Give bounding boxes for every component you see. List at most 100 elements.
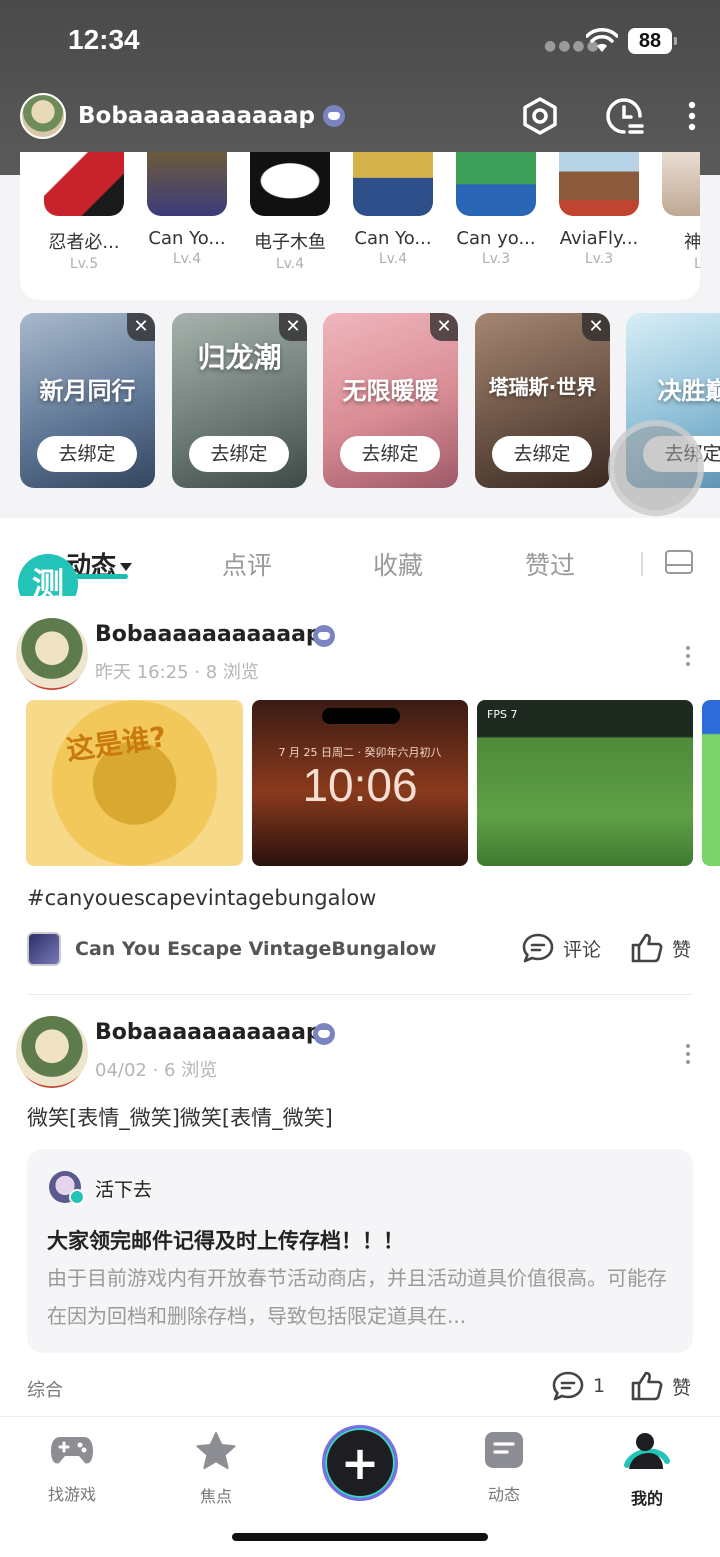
post-more-icon[interactable]: [685, 1044, 691, 1068]
bind-button[interactable]: 去绑定: [492, 436, 592, 472]
game-thumb: [662, 152, 700, 216]
comment-count: 1: [593, 1375, 606, 1397]
tab-reviews[interactable]: 点评: [222, 546, 272, 582]
game-level: Lv: [693, 256, 700, 272]
avatar[interactable]: [16, 1016, 88, 1088]
avatar[interactable]: [20, 93, 66, 139]
bind-card[interactable]: 归龙潮 ✕ 去绑定: [172, 313, 307, 488]
bind-button[interactable]: 去绑定: [340, 436, 440, 472]
post-hashtag[interactable]: #canyouescapevintagebungalow: [27, 886, 376, 910]
profile-bar[interactable]: Bobaaaaaaaaaaap: [20, 92, 345, 140]
discord-icon: [313, 625, 335, 647]
quote-author: 活下去: [95, 1179, 153, 1201]
post-meta: 04/02 · 6 浏览: [95, 1060, 218, 1081]
header-actions: [520, 96, 696, 136]
close-icon[interactable]: ✕: [127, 313, 155, 341]
post-author[interactable]: Bobaaaaaaaaaaap: [95, 622, 322, 647]
bind-game-title: 无限暖暖: [342, 377, 439, 405]
post-image[interactable]: FPS 7: [477, 700, 693, 866]
status-time: 12:34: [68, 24, 140, 55]
post-divider: [27, 994, 693, 995]
game-name: Can Yo...: [354, 228, 432, 249]
dynamic-island: [322, 708, 400, 724]
fps-label: FPS 7: [487, 708, 518, 721]
feed-icon: [485, 1432, 523, 1468]
bind-button[interactable]: 去绑定: [37, 436, 137, 472]
home-indicator: [232, 1533, 488, 1541]
game-name: AviaFly...: [559, 228, 639, 249]
settings-icon[interactable]: [520, 96, 560, 136]
game-thumb: [44, 152, 124, 216]
post-game-link[interactable]: Can You Escape VintageBungalow: [27, 932, 436, 966]
nav-label: 动态: [487, 1485, 520, 1504]
comment-icon: [522, 933, 554, 963]
post-image[interactable]: [702, 700, 720, 866]
post-author[interactable]: Bobaaaaaaaaaaap: [95, 1020, 322, 1045]
nav-me[interactable]: 我的: [602, 1431, 692, 1509]
tab-bar: 动态 点评 收藏 赞过: [0, 518, 720, 596]
comment-button[interactable]: 1: [551, 1370, 605, 1402]
game-level: Lv.4: [275, 256, 305, 272]
post-more-icon[interactable]: [685, 646, 691, 670]
layout-toggle-icon[interactable]: [665, 550, 693, 574]
close-icon[interactable]: ✕: [430, 313, 458, 341]
game-item[interactable]: 电子木鱼 Lv.4: [244, 152, 336, 272]
nav-focus[interactable]: 焦点: [171, 1431, 261, 1507]
comment-label: 评论: [563, 938, 602, 961]
game-name: Can yo...: [456, 228, 536, 249]
bind-button[interactable]: 去绑定: [189, 436, 289, 472]
like-label: 赞: [672, 1376, 692, 1399]
game-thumb: [147, 152, 227, 216]
game-item[interactable]: AviaFly... Lv.3: [553, 152, 645, 267]
game-item[interactable]: 忍者必... Lv.5: [38, 152, 130, 272]
nav-find-games[interactable]: 找游戏: [27, 1431, 117, 1505]
game-name: 忍者必...: [48, 232, 120, 253]
close-icon[interactable]: ✕: [279, 313, 307, 341]
like-button[interactable]: 赞: [630, 932, 691, 964]
game-item[interactable]: 神行 Lv: [656, 152, 700, 272]
game-level: Lv.5: [69, 256, 99, 272]
game-item[interactable]: Can Yo... Lv.4: [347, 152, 439, 267]
caret-down-icon: [120, 563, 133, 571]
tab-liked[interactable]: 赞过: [525, 546, 575, 582]
post-game-name: Can You Escape VintageBungalow: [75, 938, 437, 960]
avatar[interactable]: [16, 618, 88, 690]
game-thumb: [250, 152, 330, 216]
thumbs-up-icon: [631, 933, 663, 963]
create-post-button[interactable]: +: [322, 1425, 398, 1501]
post-category[interactable]: 综合: [27, 1376, 63, 1402]
game-level: Lv.4: [378, 251, 408, 267]
bind-card[interactable]: 无限暖暖 ✕ 去绑定: [323, 313, 458, 488]
more-icon[interactable]: [688, 101, 696, 131]
lock-time: 10:06: [302, 759, 418, 811]
like-button[interactable]: 赞: [630, 1370, 691, 1402]
discord-icon: [313, 1023, 335, 1045]
image-caption: 这是谁?: [64, 720, 169, 767]
tab-underline: [72, 574, 128, 579]
played-games-card: 忍者必... Lv.5 Can Yo... Lv.4 电子木鱼 Lv.4 Can…: [20, 152, 700, 300]
username: Bobaaaaaaaaaaap: [78, 103, 315, 129]
bind-game-title: 新月同行: [39, 377, 136, 405]
floating-assist-button[interactable]: [608, 420, 704, 516]
game-item[interactable]: Can yo... Lv.3: [450, 152, 542, 267]
bind-card[interactable]: 塔瑞斯·世界 ✕ 去绑定: [475, 313, 610, 488]
game-thumb: [456, 152, 536, 216]
tab-favorites[interactable]: 收藏: [373, 546, 423, 582]
game-name: 电子木鱼: [254, 232, 326, 253]
gamepad-icon: [51, 1437, 93, 1464]
discord-icon: [323, 105, 345, 127]
game-thumb: [353, 152, 433, 216]
comment-button[interactable]: 评论: [521, 932, 601, 964]
game-name: 神行: [684, 232, 700, 253]
game-item[interactable]: Can Yo... Lv.4: [141, 152, 233, 267]
post-image[interactable]: 7 月 25 日周二 · 癸卯年六月初八 10:06: [252, 700, 468, 866]
close-icon[interactable]: ✕: [582, 313, 610, 341]
star-icon: [196, 1432, 236, 1469]
post-image[interactable]: 这是谁?: [26, 700, 243, 866]
quote-body: 由于目前游戏内有开放春节活动商店，并且活动道具价值很高。可能存在因为回档和删除存…: [47, 1266, 667, 1328]
bind-card[interactable]: 新月同行 ✕ 去绑定: [20, 313, 155, 488]
nav-label: 找游戏: [47, 1485, 96, 1504]
quoted-post[interactable]: 活下去 大家领完邮件记得及时上传存档！！！ 由于目前游戏内有开放春节活动商店，并…: [27, 1149, 693, 1353]
nav-feed[interactable]: 动态: [459, 1431, 549, 1505]
history-icon[interactable]: [604, 96, 644, 136]
